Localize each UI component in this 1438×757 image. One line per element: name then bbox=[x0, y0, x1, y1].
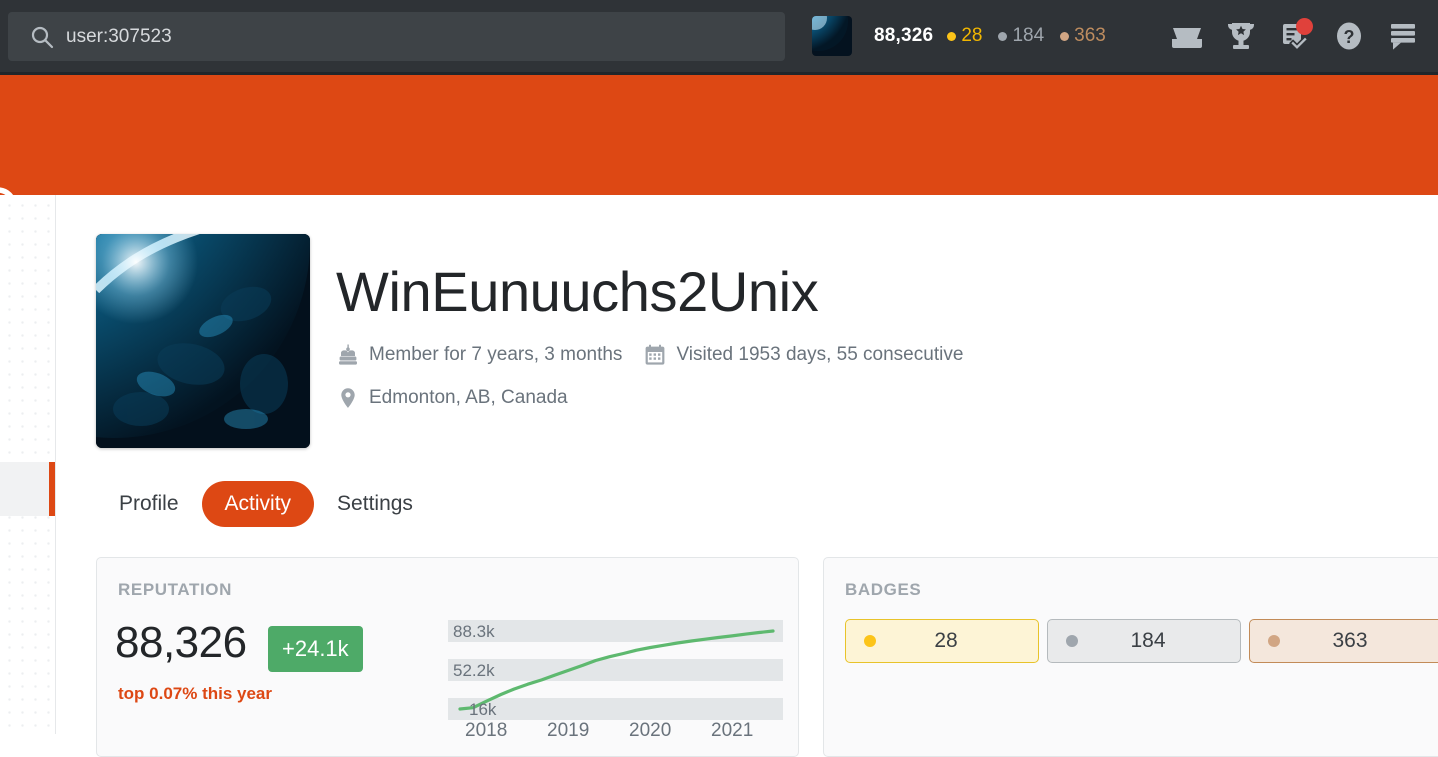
chart-xtick-1: 2019 bbox=[547, 720, 590, 741]
calendar-icon bbox=[644, 344, 666, 366]
top-bar-icon-group: ? bbox=[1160, 12, 1430, 60]
chart-ytick-1: 52.2k bbox=[453, 661, 495, 680]
badge-pill-bronze[interactable]: 363 bbox=[1249, 619, 1438, 663]
visited-text: Visited 1953 days, 55 consecutive bbox=[676, 344, 964, 365]
profile-meta-row-primary: Member for 7 years, 3 months Visited 195… bbox=[337, 344, 985, 366]
location-pin-icon bbox=[337, 387, 359, 409]
profile-tabs: Profile Activity Settings bbox=[96, 481, 436, 527]
user-summary[interactable]: 88,326 28 184 363 bbox=[812, 14, 1122, 58]
avatar[interactable] bbox=[812, 16, 852, 56]
badge-pill-bronze-count: 363 bbox=[1332, 629, 1368, 652]
badges-card: BADGES 28 184 363 bbox=[823, 557, 1438, 757]
bronze-badge-count[interactable]: 363 bbox=[1060, 25, 1106, 47]
chart-line-svg bbox=[458, 629, 775, 711]
reputation-sparkline-chart: 88.3k 52.2k 16k 2018 2019 2020 2021 bbox=[448, 614, 783, 741]
search-icon bbox=[30, 25, 54, 49]
chart-xtick-3: 2021 bbox=[711, 720, 754, 741]
gold-badge-dot-icon bbox=[864, 635, 876, 647]
reputation-top-percent: top 0.07% this year bbox=[118, 684, 273, 703]
sidebar-item-users[interactable] bbox=[0, 462, 55, 516]
silver-badge-dot-icon bbox=[998, 31, 1008, 41]
location-item: Edmonton, AB, Canada bbox=[337, 387, 568, 409]
chart-ytick-0: 88.3k bbox=[453, 622, 495, 641]
help-icon[interactable]: ? bbox=[1322, 12, 1376, 60]
profile-meta-row-location: Edmonton, AB, Canada bbox=[337, 387, 590, 409]
svg-text:?: ? bbox=[1344, 27, 1355, 47]
badge-pill-silver[interactable]: 184 bbox=[1047, 619, 1241, 663]
gold-badge-number: 28 bbox=[961, 25, 983, 46]
site-switcher-icon[interactable] bbox=[1376, 12, 1430, 60]
reputation-card: REPUTATION 88,326 +24.1k top 0.07% this … bbox=[96, 557, 799, 757]
search-input[interactable] bbox=[66, 12, 766, 61]
reputation-card-title: REPUTATION bbox=[118, 580, 232, 599]
gold-badge-count[interactable]: 28 bbox=[947, 25, 982, 47]
chart-xtick-0: 2018 bbox=[465, 720, 508, 741]
inbox-icon[interactable] bbox=[1160, 12, 1214, 60]
bronze-badge-number: 363 bbox=[1074, 25, 1106, 46]
gold-badge-dot-icon bbox=[947, 31, 957, 41]
reputation-count: 88,326 bbox=[874, 25, 934, 46]
page-title: WinEunuuchs2Unix bbox=[336, 260, 819, 323]
tab-settings[interactable]: Settings bbox=[314, 481, 436, 527]
member-for-item: Member for 7 years, 3 months bbox=[337, 344, 622, 366]
chart-xtick-2: 2020 bbox=[629, 720, 672, 741]
visited-item: Visited 1953 days, 55 consecutive bbox=[644, 344, 963, 366]
review-queue-icon[interactable] bbox=[1268, 12, 1322, 60]
badges-pill-row: 28 184 363 bbox=[845, 619, 1438, 663]
notification-badge-dot bbox=[1296, 18, 1313, 35]
tab-activity[interactable]: Activity bbox=[201, 481, 315, 527]
badges-card-title: BADGES bbox=[845, 580, 922, 599]
reputation-card-value: 88,326 bbox=[115, 618, 247, 667]
rail-divider bbox=[55, 195, 56, 734]
bronze-badge-dot-icon bbox=[1060, 31, 1070, 41]
cake-icon bbox=[337, 344, 359, 366]
location-text: Edmonton, AB, Canada bbox=[369, 387, 568, 408]
profile-avatar[interactable] bbox=[96, 234, 310, 448]
member-for-text: Member for 7 years, 3 months bbox=[369, 344, 623, 365]
badge-pill-silver-count: 184 bbox=[1130, 629, 1166, 652]
badge-pill-gold-count: 28 bbox=[934, 629, 958, 652]
tab-profile[interactable]: Profile bbox=[96, 481, 202, 527]
site-banner bbox=[0, 75, 1438, 230]
trophy-icon[interactable] bbox=[1214, 12, 1268, 60]
chart-ytick-2: 16k bbox=[469, 700, 497, 719]
search-bar[interactable] bbox=[8, 12, 785, 61]
header-badge-counts: 28 184 363 bbox=[947, 25, 1122, 47]
silver-badge-count[interactable]: 184 bbox=[998, 25, 1044, 47]
bronze-badge-dot-icon bbox=[1268, 635, 1280, 647]
reputation-delta-badge: +24.1k bbox=[268, 626, 363, 672]
silver-badge-number: 184 bbox=[1012, 25, 1045, 46]
badge-pill-gold[interactable]: 28 bbox=[845, 619, 1039, 663]
silver-badge-dot-icon bbox=[1066, 635, 1078, 647]
